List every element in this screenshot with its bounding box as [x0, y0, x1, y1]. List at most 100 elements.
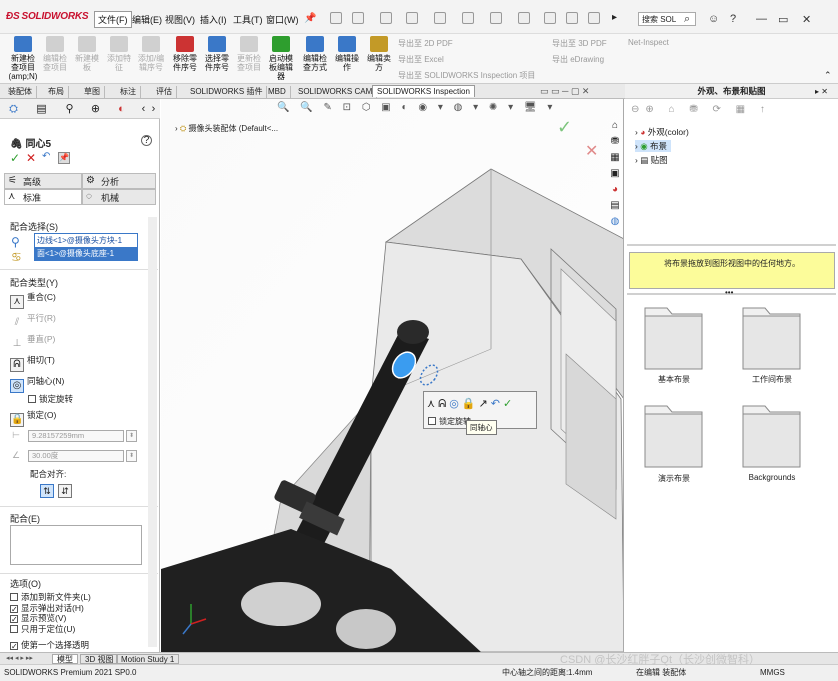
options-gear-icon[interactable] [588, 12, 600, 24]
appearances-icon[interactable]: ◕ [607, 182, 623, 198]
restore-icon[interactable]: ▭ [778, 13, 788, 26]
check-icon[interactable]: ✓ [503, 398, 515, 410]
pin-icon[interactable]: 📌 [304, 13, 316, 24]
splitter-handle[interactable]: ••• [725, 288, 733, 297]
heads-up-toolbar[interactable]: 🔍 🔍 ✎ ⊡ ⬡ ▣ ◐ ◉ ▾ ◍ ▾ ✺ ▾ 🖥 ▾ [277, 102, 556, 113]
resources-home-icon[interactable]: ⌂ [607, 118, 623, 134]
command-button[interactable]: 选择零件序号 [202, 36, 232, 72]
tangent-icon[interactable]: ᕱ [438, 398, 449, 410]
export-2d-pdf-button[interactable]: 导出至 2D PDF [398, 38, 453, 49]
export-3d-pdf-button[interactable]: 导出至 3D PDF [552, 38, 607, 49]
cancel-x-icon[interactable]: ✕ [26, 151, 36, 165]
menu-edit[interactable]: 编辑(E) [132, 13, 162, 26]
tree-item-decals[interactable]: › ▤ 贴图 [635, 154, 668, 166]
command-button[interactable]: 新建检查项目(amp;N) [8, 36, 38, 81]
tile-window-icons[interactable]: ▭ ▭ ─ ▢ ✕ [540, 86, 589, 97]
mate-selection-list[interactable]: 边线<1>@摄像头方块-1 面<1>@摄像头底座-1 [34, 233, 138, 261]
mate-coincident[interactable]: ⋏ 重合(C) [10, 291, 56, 309]
command-button[interactable]: 编辑操作 [332, 36, 362, 72]
solidworks-logo[interactable]: ƉS SOLIDWORKS [6, 11, 89, 22]
export-excel-button[interactable]: 导出至 Excel [398, 54, 444, 65]
menu-insert[interactable]: 插入(I) [200, 13, 227, 26]
command-button[interactable]: 添加特征 [104, 36, 134, 72]
help-icon[interactable]: ? [730, 13, 736, 25]
command-button[interactable]: 新建模板 [72, 36, 102, 72]
property-manager-icon[interactable]: ▤ [34, 102, 49, 117]
save-icon[interactable] [406, 12, 418, 24]
units-selector[interactable]: MMGS [760, 665, 785, 680]
display-manager-icon[interactable]: ◐ [114, 102, 129, 117]
export-inspection-project-button[interactable]: 导出至 SOLIDWORKS Inspection 项目 [398, 70, 535, 81]
folder-label[interactable]: 工作间布景 [727, 374, 817, 385]
mate-perpendicular[interactable]: ⊥ 垂直(P) [10, 333, 56, 352]
tab-3d-views[interactable]: 3D 视图 [80, 654, 119, 664]
command-button[interactable]: 移除零件序号 [170, 36, 200, 72]
folder-label[interactable]: 演示布景 [629, 473, 719, 484]
option-checkbox[interactable]: 只用于定位(U) [10, 623, 75, 635]
mate-selection-item[interactable]: 面<1>@摄像头底座-1 [35, 247, 137, 260]
tab-sketch[interactable]: 草图 [80, 86, 105, 98]
flip-icon[interactable]: ↶ [491, 398, 503, 410]
anti-aligned-icon[interactable]: ⇵ [58, 484, 72, 498]
search-icon[interactable]: ⌕ [684, 13, 690, 26]
pane-close-icon[interactable]: ▸ ✕ [815, 87, 828, 96]
checkbox-icon[interactable] [10, 593, 18, 601]
tab-markup[interactable]: 标注 [116, 86, 141, 98]
tab-mechanical[interactable]: 机械 [82, 189, 156, 205]
pushpin-icon[interactable]: 📌 [58, 152, 70, 164]
menu-file[interactable]: 文件(F) [94, 11, 132, 28]
tree-item-appearances[interactable]: › ◕ 外观(color) [635, 126, 689, 138]
menu-view[interactable]: 视图(V) [165, 13, 195, 26]
mate-lock[interactable]: 🔒 锁定(O) [10, 409, 56, 427]
options-header[interactable]: 选项(O) [10, 577, 41, 590]
mate-tangent[interactable]: ᕱ 相切(T) [10, 354, 55, 372]
popup-lock-rotation-checkbox[interactable]: 锁定旋转 [428, 416, 471, 427]
command-button[interactable]: 添加/编辑序号 [136, 36, 166, 72]
folder-label[interactable]: Backgrounds [727, 473, 817, 482]
tab-model[interactable]: 模型 [52, 654, 78, 664]
export-edrawing-button[interactable]: 导出 eDrawing [552, 54, 604, 65]
menu-tools[interactable]: 工具(T) [233, 13, 263, 26]
confirm-cancel-icon[interactable]: ✕ [585, 141, 598, 161]
redo-icon[interactable] [490, 12, 502, 24]
mate-selections-header[interactable]: 配合选择(S) [10, 220, 58, 233]
mate-selection-item[interactable]: 边线<1>@摄像头方块-1 [35, 234, 137, 247]
menu-window[interactable]: 窗口(W) [266, 13, 299, 26]
tab-addins[interactable]: SOLIDWORKS 插件 [186, 86, 268, 98]
undo-icon[interactable] [462, 12, 474, 24]
checkbox-icon[interactable] [10, 642, 18, 650]
concentric-icon[interactable]: ◎ [449, 398, 462, 410]
help-icon[interactable]: ? [141, 135, 152, 146]
distance-field[interactable]: 9.28157259mm [28, 430, 124, 442]
configuration-manager-icon[interactable]: ⚲ [62, 102, 77, 117]
scrollbar[interactable] [148, 217, 157, 647]
command-button[interactable]: 启动模板编辑器 [266, 36, 296, 81]
command-button[interactable]: 编辑检查项目 [40, 36, 70, 72]
expand-arrow-icon[interactable]: › [175, 124, 178, 133]
distance-arrow-icon[interactable]: ↗ [479, 398, 491, 410]
tab-cam[interactable]: SOLIDWORKS CAM [294, 86, 378, 98]
tree-item-scenes[interactable]: › ◉ 布景 [635, 140, 672, 152]
3d-model-view[interactable] [161, 99, 624, 652]
net-inspect-button[interactable]: Net-Inspect [628, 38, 669, 47]
minimize-icon[interactable]: — [756, 13, 767, 25]
close-icon[interactable]: ✕ [802, 13, 811, 26]
file-explorer-icon[interactable]: ▦ [607, 150, 623, 166]
user-icon[interactable]: ☺ [708, 13, 719, 25]
expand-icon[interactable]: ▸ [612, 12, 617, 23]
rebuild-icon[interactable] [544, 12, 556, 24]
home-icon[interactable] [330, 12, 342, 24]
forum-icon[interactable]: ◍ [607, 214, 623, 230]
folder-presentation[interactable] [644, 405, 703, 468]
angle-spinner[interactable]: ⬍ [126, 450, 137, 462]
panel-right-arrow-icon[interactable]: › [146, 102, 161, 117]
tab-standard[interactable]: 标准 [4, 189, 82, 205]
coincident-icon[interactable]: ⋏ [427, 398, 438, 410]
folder-backgrounds[interactable] [742, 405, 801, 468]
flyout-tree-item[interactable]: › ⛭ 摄像头装配体 (Default<... [175, 123, 278, 134]
folder-basic[interactable] [644, 307, 703, 370]
mate-concentric[interactable]: ◎ 同轴心(N) [10, 375, 64, 393]
tab-motion-study[interactable]: Motion Study 1 [116, 654, 180, 664]
undo-icon[interactable]: ↶ [42, 151, 50, 162]
design-library-icon[interactable]: ⛃ [607, 134, 623, 150]
